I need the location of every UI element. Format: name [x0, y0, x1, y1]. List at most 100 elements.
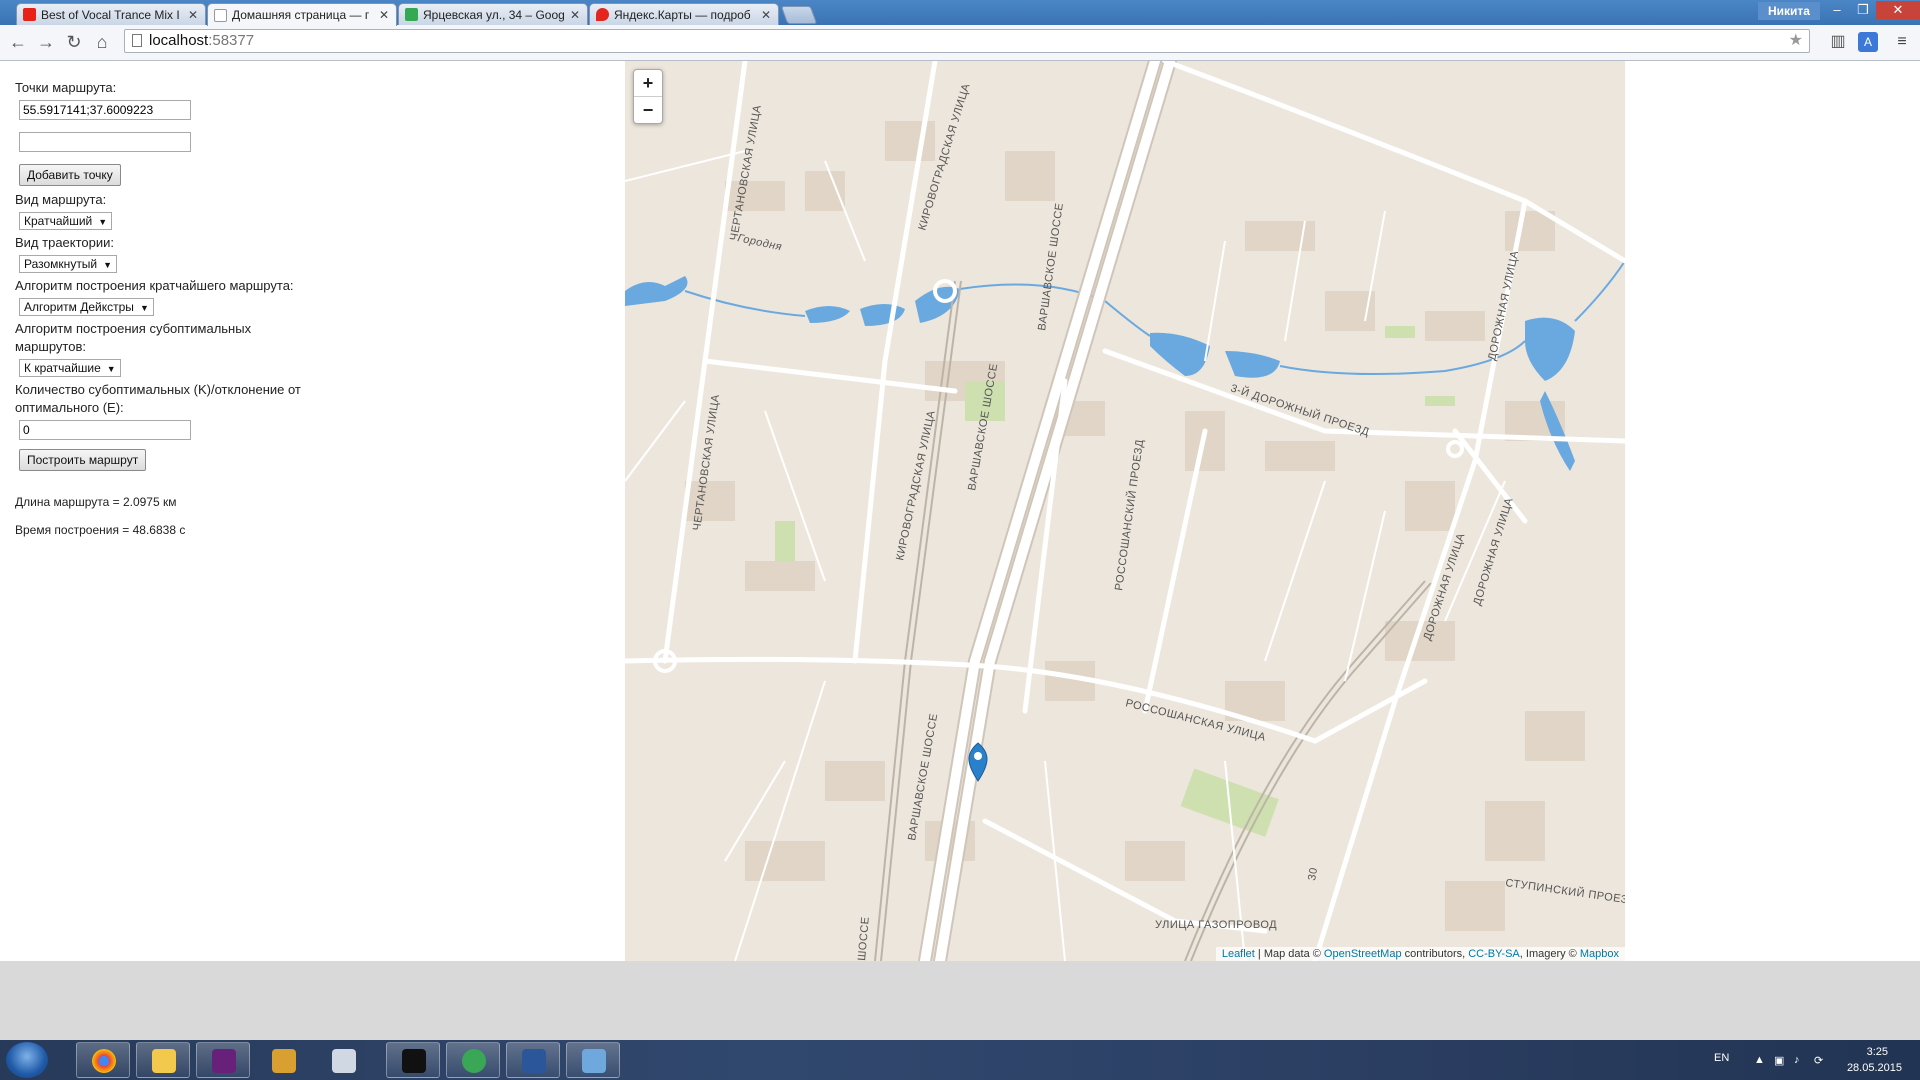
add-point-button[interactable]: Добавить точку	[19, 164, 121, 186]
trajectory-label: Вид траектории:	[15, 235, 115, 250]
taskbar-word[interactable]	[506, 1042, 560, 1078]
street-label: СТУПИНСКИЙ ПРОЕЗД	[1505, 876, 1625, 907]
visual-studio-icon	[212, 1049, 236, 1073]
point-input-1[interactable]	[19, 100, 191, 120]
mapbox-link[interactable]: Mapbox	[1580, 948, 1619, 960]
tab-strip: Best of Vocal Trance Mix I ✕ Домашняя ст…	[0, 0, 1920, 26]
network-icon	[582, 1049, 606, 1073]
leaflet-link[interactable]: Leaflet	[1222, 948, 1255, 960]
close-window-button[interactable]: ✕	[1876, 1, 1920, 19]
network-tray-icon[interactable]: ▣	[1774, 1054, 1784, 1067]
shortest-alg-select[interactable]: Алгоритм Дейкстры ▼	[19, 298, 154, 316]
page-icon	[132, 34, 142, 47]
street-label: ЧЕРТАНОВСКАЯ УЛИЦА	[728, 104, 764, 242]
k-label: Количество субоптимальных (K)/отклонение…	[15, 382, 301, 415]
volume-icon[interactable]: ♪	[1794, 1054, 1800, 1066]
osm-link[interactable]: OpenStreetMap	[1324, 948, 1402, 960]
clock-time[interactable]: 3:25	[1867, 1046, 1888, 1058]
home-icon[interactable]: ⌂	[92, 33, 112, 51]
tab-title: Домашняя страница — г	[232, 8, 370, 22]
yandex-maps-pin-icon	[596, 8, 609, 21]
tools-icon	[272, 1049, 296, 1073]
taskbar-cmd[interactable]	[386, 1042, 440, 1078]
zoom-out-button[interactable]: −	[634, 96, 662, 123]
water-label: Городня	[736, 232, 783, 253]
back-icon[interactable]: ←	[8, 33, 28, 51]
browser-toolbar: ← → ↻ ⌂ localhost:58377 ★ ▥ A ≡	[0, 25, 1920, 61]
close-icon[interactable]: ✕	[187, 8, 199, 22]
build-route-button[interactable]: Построить маршрут	[19, 449, 147, 471]
forward-icon[interactable]: →	[36, 33, 56, 51]
tab-yandex-maps[interactable]: Яндекс.Карты — подроб ✕	[589, 3, 779, 25]
taskbar-chrome[interactable]	[76, 1042, 130, 1078]
route-length-text: Длина маршрута = 2.0975 км	[15, 495, 177, 509]
street-label: РОССОШАНСКИЙ ПРОЕЗД	[1112, 438, 1146, 591]
point-input-2[interactable]	[19, 132, 191, 152]
trajectory-value: Разомкнутый	[24, 257, 98, 271]
address-port: :58377	[208, 32, 255, 49]
subopt-alg-select[interactable]: К кратчайшие ▼	[19, 359, 121, 377]
taskbar-network[interactable]	[566, 1042, 620, 1078]
tab-google-maps[interactable]: Ярцевская ул., 34 – Goog ✕	[398, 3, 588, 25]
subopt-alg-value: К кратчайшие	[24, 361, 101, 375]
tab-title: Ярцевская ул., 34 – Goog	[423, 7, 565, 22]
profile-user-name[interactable]: Никита	[1758, 2, 1820, 20]
subopt-alg-label: Алгоритм построения субоптимальных маршр…	[15, 321, 252, 354]
tab-title: Best of Vocal Trance Mix I	[41, 7, 180, 22]
reload-icon[interactable]: ↻	[64, 33, 84, 51]
show-hidden-icons-icon[interactable]: ▲	[1754, 1054, 1765, 1066]
tab-home-page[interactable]: Домашняя страница — г ✕	[207, 3, 397, 26]
attribution-text: | Map data ©	[1254, 948, 1324, 960]
page-content: Точки маршрута: Добавить точку Вид маршр…	[0, 61, 1920, 961]
document-icon	[214, 8, 227, 22]
trajectory-select[interactable]: Разомкнутый ▼	[19, 255, 118, 273]
calculator-icon	[332, 1049, 356, 1073]
taskbar-visual-studio[interactable]	[196, 1042, 250, 1078]
tab-title: Яндекс.Карты — подроб	[614, 7, 751, 22]
street-label: ВАРШАВСКОЕ ШОССЕ	[1036, 202, 1066, 331]
sync-icon[interactable]: ⟳	[1814, 1054, 1823, 1067]
minimize-button[interactable]: –	[1824, 1, 1850, 19]
taskbar-globe[interactable]	[446, 1042, 500, 1078]
zoom-control: + −	[633, 69, 663, 124]
language-indicator[interactable]: EN	[1714, 1052, 1729, 1064]
start-button[interactable]	[6, 1042, 48, 1078]
bookmark-star-icon[interactable]: ★	[1789, 30, 1803, 52]
address-host: localhost	[149, 32, 209, 49]
taskbar-calculator[interactable]	[316, 1042, 370, 1078]
windows-taskbar: EN ▲ ▣ ♪ ⟳ 3:25 28.05.2015	[0, 1040, 1920, 1080]
map-view[interactable]: ЧЕРТАНОВСКАЯ УЛИЦА ЧЕРТАНОВСКАЯ УЛИЦА КИ…	[625, 61, 1625, 961]
shortest-alg-label: Алгоритм построения кратчайшего маршрута…	[15, 278, 294, 293]
globe-icon	[462, 1049, 486, 1073]
zoom-in-button[interactable]: +	[634, 70, 662, 96]
youtube-icon	[23, 8, 36, 21]
new-tab-button[interactable]	[780, 6, 818, 24]
dropdown-arrow-icon: ▼	[103, 260, 113, 270]
taskbar-explorer[interactable]	[136, 1042, 190, 1078]
k-input[interactable]	[19, 420, 191, 440]
street-label: ДОРОЖНАЯ УЛИЦА	[1471, 496, 1515, 607]
taskbar-tools[interactable]	[256, 1042, 310, 1078]
extension-chart-icon[interactable]: ▥	[1828, 32, 1848, 52]
street-label: УЛИЦА ГАЗОПРОВОД	[1155, 919, 1277, 931]
tab-youtube[interactable]: Best of Vocal Trance Mix I ✕	[16, 3, 206, 25]
route-type-value: Кратчайший	[24, 214, 93, 228]
route-type-select[interactable]: Кратчайший ▼	[19, 212, 113, 230]
map-attribution: Leaflet | Map data © OpenStreetMap contr…	[1215, 947, 1625, 961]
street-label: КИРОВОГРАДСКАЯ УЛИЦА	[894, 409, 938, 561]
restore-button[interactable]: ❐	[1850, 1, 1876, 19]
address-bar[interactable]: localhost:58377 ★	[124, 29, 1810, 53]
street-label: ШОССЕ	[856, 916, 872, 961]
attribution-text: , Imagery ©	[1519, 948, 1580, 960]
close-icon[interactable]: ✕	[569, 8, 581, 22]
license-link[interactable]: CC-BY-SA	[1468, 948, 1520, 960]
rail-label: 30	[1306, 866, 1320, 881]
close-icon[interactable]: ✕	[760, 8, 772, 22]
route-form: Точки маршрута: Добавить точку Вид маршр…	[15, 79, 335, 537]
folder-icon	[152, 1049, 176, 1073]
translate-icon[interactable]: A	[1858, 32, 1878, 52]
menu-icon[interactable]: ≡	[1892, 32, 1912, 52]
clock-date[interactable]: 28.05.2015	[1847, 1062, 1902, 1074]
build-time-text: Время построения = 48.6838 с	[15, 523, 186, 537]
close-icon[interactable]: ✕	[378, 8, 390, 22]
